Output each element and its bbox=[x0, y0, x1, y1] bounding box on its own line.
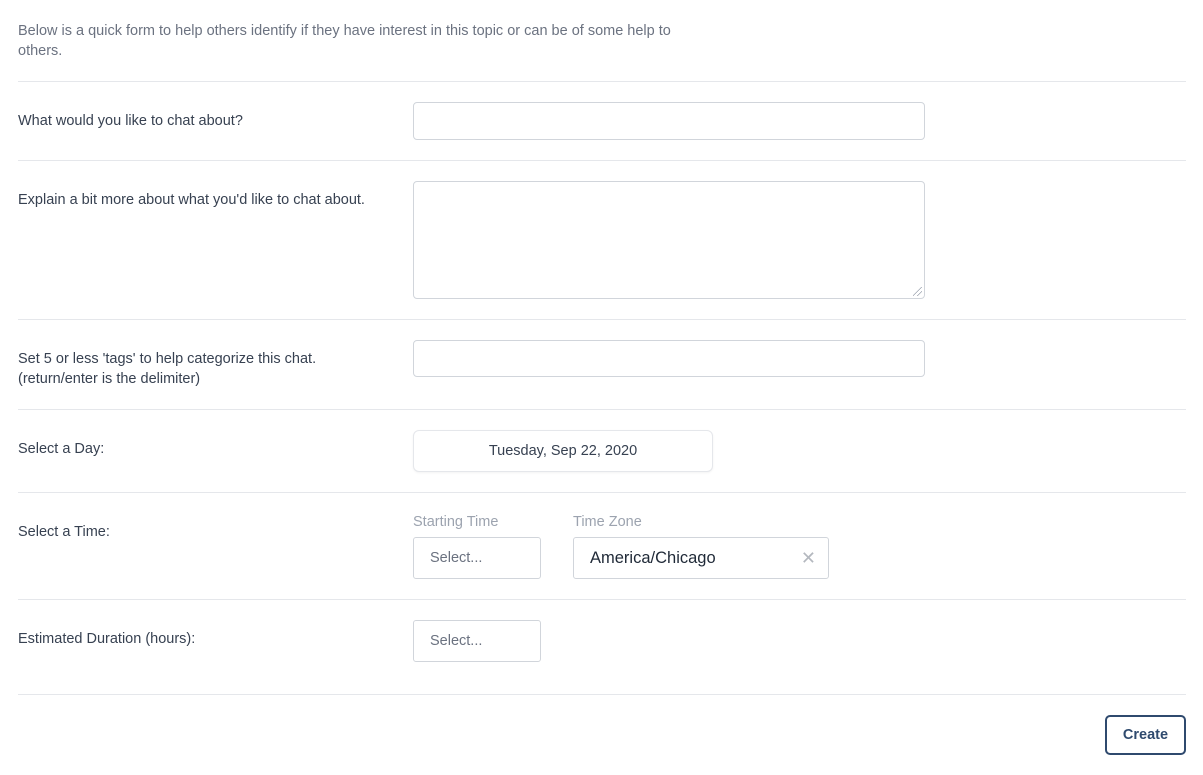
create-button[interactable]: Create bbox=[1105, 715, 1186, 755]
starting-time-placeholder: Select... bbox=[430, 550, 483, 566]
divider bbox=[18, 492, 1186, 493]
details-label: Explain a bit more about what you'd like… bbox=[18, 192, 365, 208]
duration-placeholder: Select... bbox=[430, 633, 483, 649]
divider bbox=[18, 81, 1186, 82]
tags-label-line: Set 5 or less 'tags' to help categorize … bbox=[18, 351, 317, 367]
timezone-label: Time Zone bbox=[573, 514, 642, 530]
time-label: Select a Time: bbox=[18, 524, 110, 540]
divider bbox=[18, 694, 1186, 695]
duration-select[interactable]: Select... bbox=[413, 620, 541, 662]
create-chat-form: Below is a quick form to help others ide… bbox=[0, 0, 1203, 775]
topic-input[interactable] bbox=[413, 102, 925, 140]
close-icon[interactable]: ✕ bbox=[801, 549, 816, 567]
topic-label: What would you like to chat about? bbox=[18, 113, 243, 129]
divider bbox=[18, 160, 1186, 161]
divider bbox=[18, 409, 1186, 410]
tags-label: Set 5 or less 'tags' to help categorize … bbox=[18, 349, 316, 389]
divider bbox=[18, 599, 1186, 600]
date-picker-button[interactable]: Tuesday, Sep 22, 2020 bbox=[413, 430, 713, 472]
day-label: Select a Day: bbox=[18, 441, 105, 457]
starting-time-label: Starting Time bbox=[413, 514, 499, 530]
divider bbox=[18, 319, 1186, 320]
starting-time-select[interactable]: Select... bbox=[413, 537, 541, 579]
tags-input[interactable] bbox=[413, 340, 925, 377]
form-intro-text: Below is a quick form to help others ide… bbox=[18, 23, 671, 59]
tags-label-hint: (return/enter is the delimiter) bbox=[18, 371, 201, 387]
details-textarea[interactable] bbox=[413, 181, 925, 299]
duration-label: Estimated Duration (hours): bbox=[18, 631, 196, 647]
resize-handle-icon[interactable] bbox=[913, 287, 922, 296]
timezone-select[interactable]: America/Chicago ✕ bbox=[573, 537, 829, 579]
timezone-value: America/Chicago bbox=[590, 548, 716, 567]
